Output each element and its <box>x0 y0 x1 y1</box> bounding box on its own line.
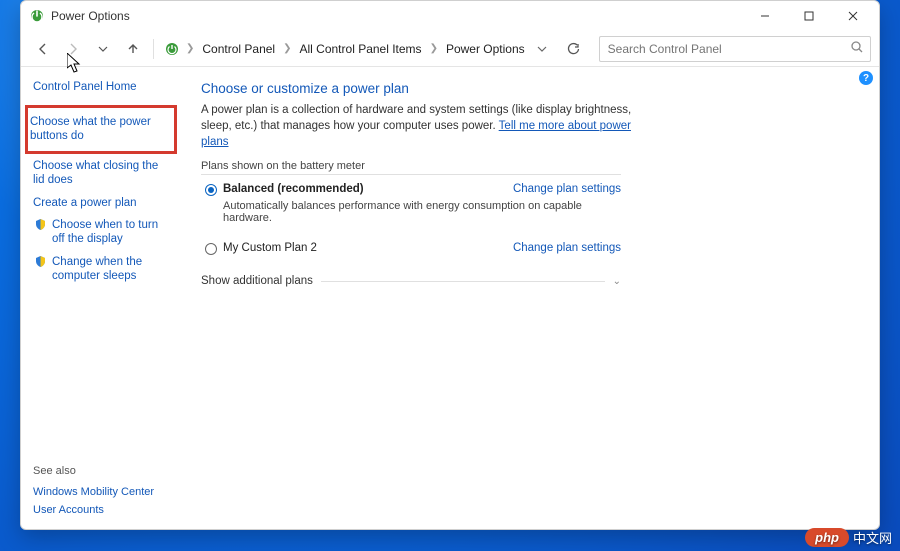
titlebar: Power Options <box>21 1 879 31</box>
sidebar-link-power-buttons[interactable]: Choose what the power buttons do <box>30 112 170 147</box>
sidebar-link-turn-off-display[interactable]: Choose when to turn off the display <box>33 215 173 250</box>
sidebar-link-create-plan[interactable]: Create a power plan <box>33 193 173 213</box>
search-field[interactable] <box>606 41 850 57</box>
app-icon <box>29 8 45 24</box>
up-button[interactable] <box>119 35 147 63</box>
plan-name-custom[interactable]: My Custom Plan 2 <box>223 242 317 254</box>
chevron-right-icon: ❯ <box>184 43 196 54</box>
see-also-user-accounts[interactable]: User Accounts <box>33 501 173 519</box>
recent-locations-button[interactable] <box>89 35 117 63</box>
sidebar-link-computer-sleeps[interactable]: Change when the computer sleeps <box>33 252 173 287</box>
sidebar-item-label: Choose what closing the lid does <box>33 159 171 188</box>
refresh-button[interactable] <box>559 35 587 63</box>
expander-line <box>321 281 605 282</box>
navbar: ❯ Control Panel ❯ All Control Panel Item… <box>21 31 879 67</box>
chevron-down-icon: ⌄ <box>613 276 621 287</box>
page-heading: Choose or customize a power plan <box>201 81 857 96</box>
expander-label: Show additional plans <box>201 275 313 287</box>
highlight-box: Choose what the power buttons do <box>25 105 177 154</box>
shield-icon <box>35 219 46 230</box>
breadcrumb-item-control-panel[interactable]: Control Panel <box>200 38 277 60</box>
breadcrumb: ❯ Control Panel ❯ All Control Panel Item… <box>160 38 551 60</box>
watermark-text: 中文网 <box>853 528 892 547</box>
plan-row-balanced: Balanced (recommended) Change plan setti… <box>201 175 621 198</box>
watermark: php 中文网 <box>805 528 892 547</box>
window-title: Power Options <box>51 9 130 23</box>
content-area: ? Control Panel Home Choose what the pow… <box>21 67 879 529</box>
search-input[interactable] <box>599 36 871 62</box>
chevron-right-icon: ❯ <box>281 43 293 54</box>
see-also-section: See also Windows Mobility Center User Ac… <box>33 435 173 519</box>
power-options-window: Power Options ❯ Control Panel ❯ All Cont… <box>20 0 880 530</box>
sidebar-item-label: Choose when to turn off the display <box>52 218 171 247</box>
sidebar-item-label: Choose what the power buttons do <box>30 115 168 144</box>
close-button[interactable] <box>831 2 875 30</box>
separator <box>153 39 154 59</box>
breadcrumb-item-power-options[interactable]: Power Options <box>444 38 527 60</box>
page-description: A power plan is a collection of hardware… <box>201 102 641 150</box>
control-panel-home-link[interactable]: Control Panel Home <box>33 77 173 101</box>
minimize-button[interactable] <box>743 2 787 30</box>
plan-description-balanced: Automatically balances performance with … <box>201 200 601 224</box>
see-also-mobility-center[interactable]: Windows Mobility Center <box>33 483 173 501</box>
breadcrumb-dropdown[interactable] <box>533 40 551 58</box>
chevron-right-icon: ❯ <box>428 43 440 54</box>
sidebar: Control Panel Home Choose what the power… <box>21 67 179 529</box>
see-also-label: See also <box>33 465 173 477</box>
forward-button[interactable] <box>59 35 87 63</box>
show-additional-plans[interactable]: Show additional plans ⌄ <box>201 275 621 287</box>
shield-icon <box>35 256 46 267</box>
maximize-button[interactable] <box>787 2 831 30</box>
sidebar-item-label: Create a power plan <box>33 196 137 210</box>
back-button[interactable] <box>29 35 57 63</box>
plan-row-custom: My Custom Plan 2 Change plan settings <box>201 234 621 257</box>
breadcrumb-icon <box>164 41 180 57</box>
main-panel: Choose or customize a power plan A power… <box>179 67 879 529</box>
plans-section-label: Plans shown on the battery meter <box>201 160 621 175</box>
radio-balanced[interactable] <box>205 184 217 196</box>
radio-custom[interactable] <box>205 243 217 255</box>
search-icon <box>850 40 864 57</box>
plan-name-balanced[interactable]: Balanced (recommended) <box>223 183 364 195</box>
breadcrumb-item-all-items[interactable]: All Control Panel Items <box>298 38 424 60</box>
change-plan-settings-link[interactable]: Change plan settings <box>513 183 621 195</box>
change-plan-settings-link[interactable]: Change plan settings <box>513 242 621 254</box>
watermark-badge: php <box>805 528 849 547</box>
sidebar-link-closing-lid[interactable]: Choose what closing the lid does <box>33 156 173 191</box>
sidebar-item-label: Change when the computer sleeps <box>52 255 171 284</box>
